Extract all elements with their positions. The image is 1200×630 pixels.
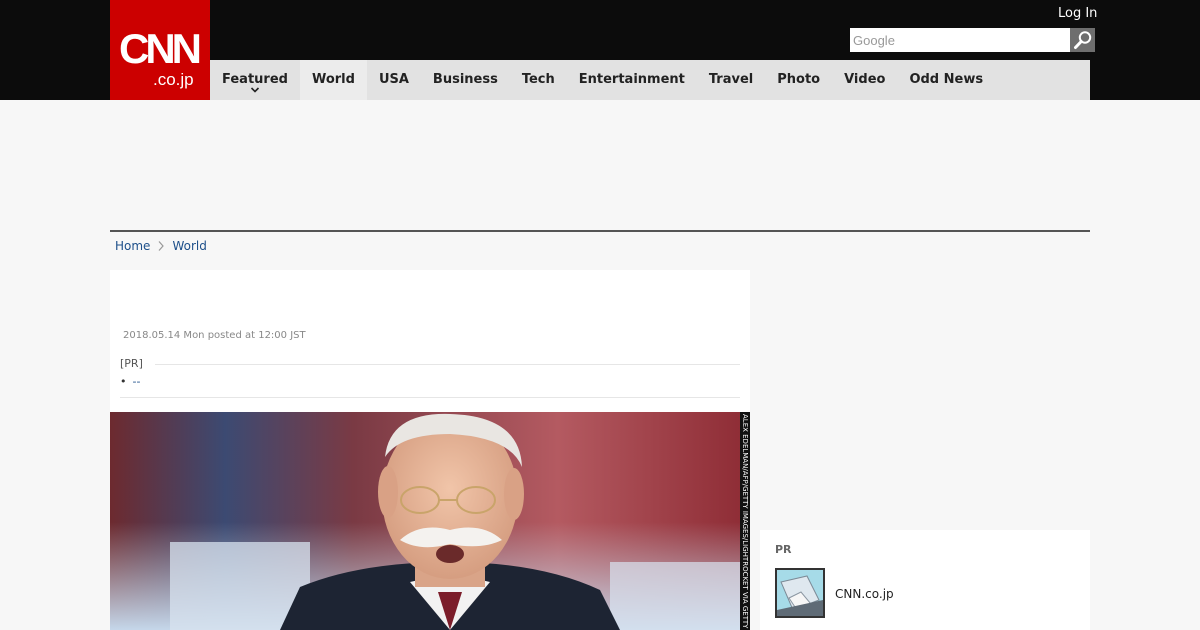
nav-item-label: USA bbox=[378, 72, 409, 87]
cnn-logo[interactable]: CNN .co.jp bbox=[110, 0, 210, 100]
device-image-icon bbox=[777, 570, 823, 616]
logo-main-text: CNN bbox=[119, 25, 202, 72]
pr-item-link[interactable]: CNN.co.jp bbox=[835, 587, 894, 601]
nav-item-label: Featured bbox=[222, 72, 288, 87]
chevron-right-icon bbox=[158, 241, 165, 251]
login-link[interactable]: Log In bbox=[1058, 5, 1097, 23]
breadcrumb-world[interactable]: World bbox=[172, 238, 206, 254]
bullet-icon: • bbox=[120, 375, 127, 388]
nav-item-odd-news[interactable]: Odd News bbox=[897, 60, 995, 100]
nav-item-usa[interactable]: USA bbox=[367, 60, 421, 100]
nav-item-photo[interactable]: Photo bbox=[765, 60, 832, 100]
nav-item-featured[interactable]: Featured bbox=[210, 60, 300, 100]
pr-thumbnail[interactable] bbox=[775, 568, 825, 618]
breadcrumb: Home World bbox=[115, 238, 207, 254]
nav-item-label: Business bbox=[432, 72, 498, 87]
main-nav: Featured World USA Business Tech Enterta… bbox=[210, 60, 1090, 100]
nav-item-video[interactable]: Video bbox=[832, 60, 897, 100]
pr-bottom-divider bbox=[120, 397, 740, 398]
photo-credit: ALEX EDELMAN/AFP/GETTY IMAGES/LIGHTROCKE… bbox=[740, 412, 750, 630]
logo-sub-text: .co.jp bbox=[153, 70, 194, 89]
photo-credit-text: ALEX EDELMAN/AFP/GETTY IMAGES/LIGHTROCKE… bbox=[741, 414, 749, 630]
nav-item-tech[interactable]: Tech bbox=[510, 60, 567, 100]
ad-space bbox=[110, 100, 1090, 230]
search-input[interactable] bbox=[850, 28, 1070, 52]
nav-item-label: Entertainment bbox=[578, 72, 685, 87]
article-card: 2018.05.14 Mon posted at 12:00 JST [PR] … bbox=[110, 270, 750, 630]
sidebar-pr-box: PR CNN.co.jp bbox=[760, 530, 1090, 630]
search-button[interactable] bbox=[1070, 28, 1095, 52]
sidebar-pr-label: PR bbox=[775, 543, 792, 556]
nav-item-label: Tech bbox=[521, 72, 555, 87]
breadcrumb-home[interactable]: Home bbox=[115, 238, 150, 254]
pr-label: [PR] bbox=[120, 357, 143, 370]
section-divider bbox=[110, 230, 1090, 232]
posted-timestamp: 2018.05.14 Mon posted at 12:00 JST bbox=[123, 330, 306, 341]
nav-item-label: World bbox=[311, 72, 355, 87]
pr-link[interactable]: -- bbox=[133, 375, 141, 388]
chevron-down-icon bbox=[250, 87, 260, 93]
nav-item-label: Photo bbox=[777, 72, 821, 87]
nav-item-label: Odd News bbox=[909, 72, 984, 87]
nav-item-label: Video bbox=[844, 72, 886, 87]
magnifier-icon bbox=[1073, 31, 1091, 49]
nav-item-travel[interactable]: Travel bbox=[697, 60, 765, 100]
pr-block: [PR] • -- bbox=[120, 357, 740, 398]
nav-item-world[interactable]: World bbox=[299, 60, 367, 100]
article-photo: ALEX EDELMAN/AFP/GETTY IMAGES/LIGHTROCKE… bbox=[110, 412, 750, 630]
nav-item-label: Travel bbox=[708, 72, 754, 87]
photo-illustration bbox=[110, 412, 750, 630]
pr-divider bbox=[154, 363, 740, 365]
nav-item-entertainment[interactable]: Entertainment bbox=[567, 60, 697, 100]
nav-item-business[interactable]: Business bbox=[421, 60, 510, 100]
